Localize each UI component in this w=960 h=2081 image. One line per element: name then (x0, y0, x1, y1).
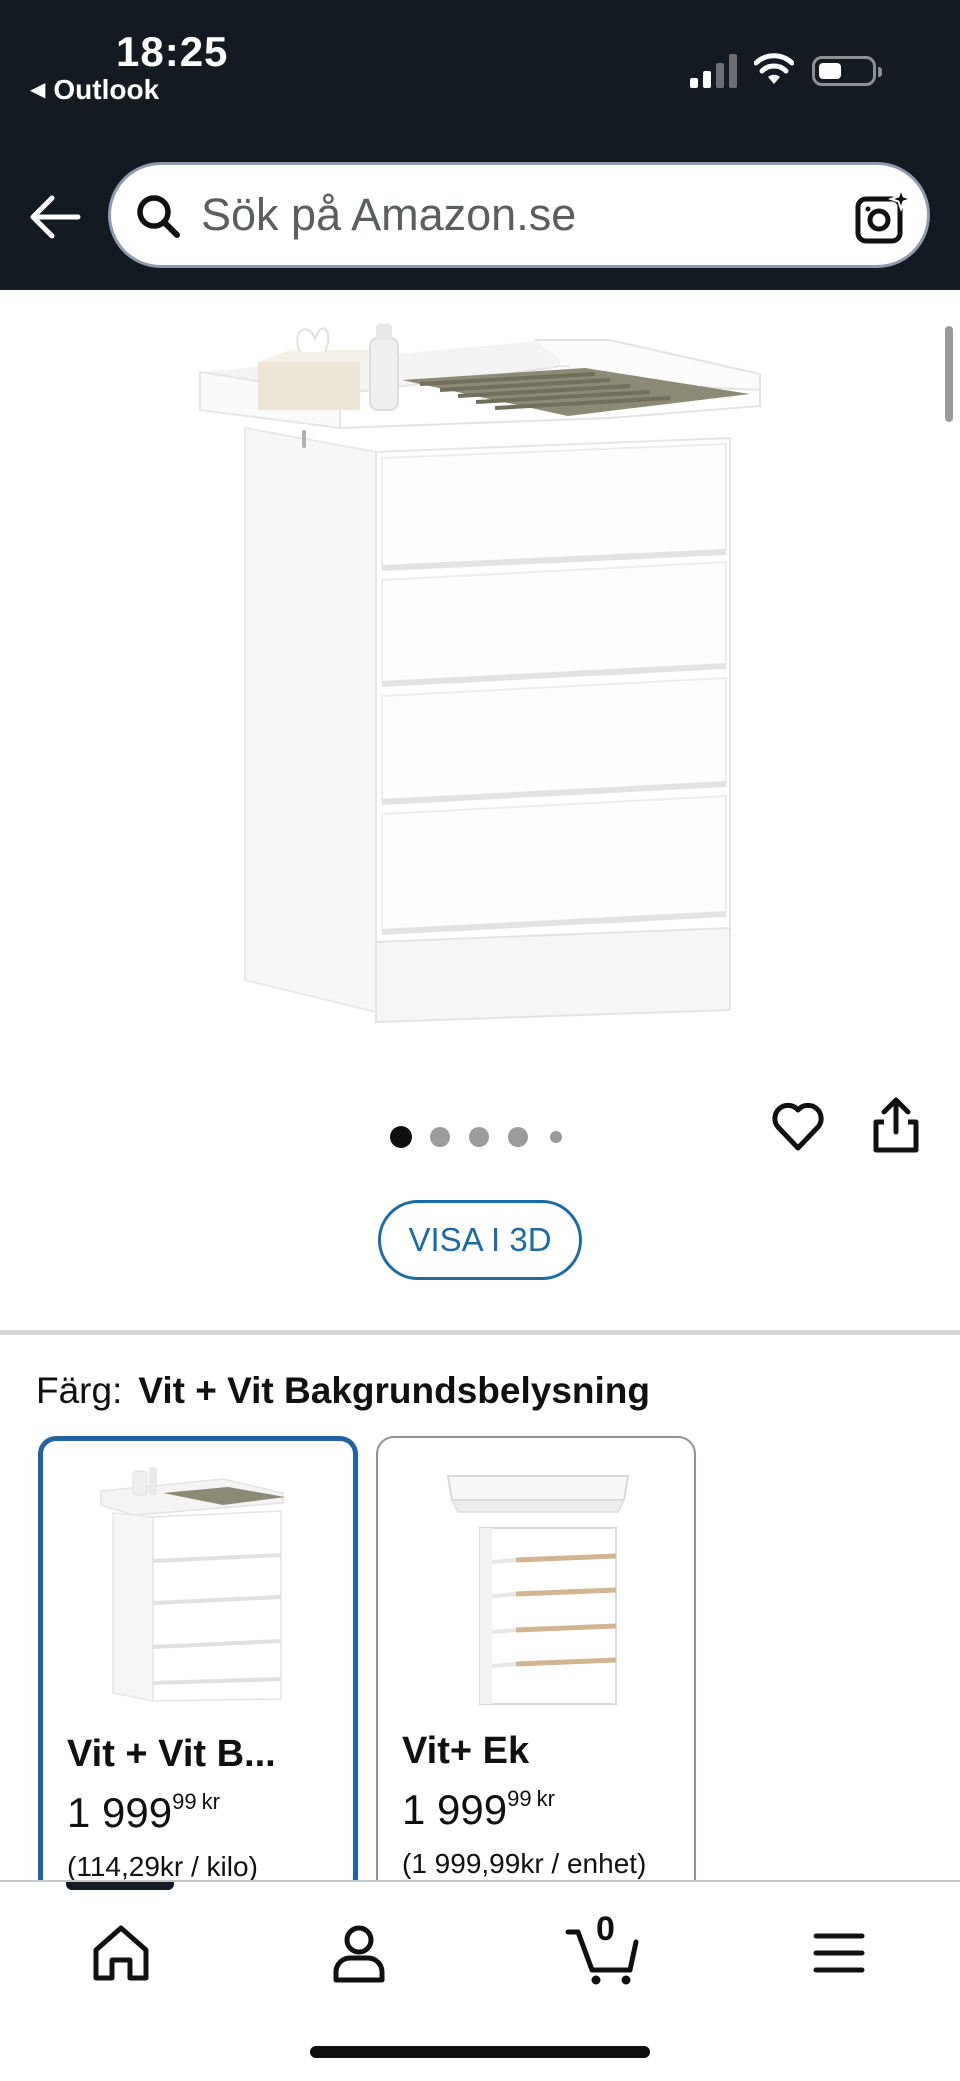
cart-button[interactable]: 0 (564, 1910, 644, 1988)
variant-unit-price: (114,29kr / kilo) (67, 1851, 258, 1882)
variant-price: 1 99999 kr (67, 1789, 220, 1837)
home-icon[interactable] (86, 1918, 156, 1988)
status-time: 18:25 (116, 28, 229, 75)
product-gallery[interactable]: VISA I 3D (0, 290, 960, 1340)
price-fraction: 99 (507, 1786, 532, 1811)
pagination-dot-active[interactable] (390, 1126, 412, 1148)
product-image[interactable] (190, 310, 770, 1030)
back-triangle-icon: ◀ (30, 79, 46, 101)
status-bar: 18:25 ◀ Outlook (0, 0, 960, 150)
scrollbar[interactable] (945, 326, 953, 422)
price-currency: kr (201, 1789, 220, 1814)
color-selected-value: Vit + Vit Bakgrundsbelysning (138, 1370, 650, 1411)
nav-active-indicator (66, 1882, 174, 1890)
pagination-dot[interactable] (430, 1127, 450, 1147)
section-divider (0, 1330, 960, 1335)
variant-name: Vit + Vit B... (67, 1733, 276, 1775)
back-app-label: Outlook (53, 74, 160, 105)
pagination-dot[interactable] (508, 1127, 528, 1147)
variant-name: Vit+ Ek (402, 1730, 530, 1772)
share-icon[interactable] (870, 1096, 922, 1154)
bottom-navigation: 0 (0, 1880, 960, 2081)
heart-icon[interactable] (770, 1098, 826, 1154)
price-fraction: 99 (172, 1789, 197, 1814)
cellular-signal-icon (690, 54, 737, 88)
battery-icon (812, 56, 882, 86)
variant-thumbnail (446, 1475, 630, 1705)
pagination-dot[interactable] (469, 1127, 489, 1147)
cart-count: 0 (596, 1910, 615, 1948)
camera-icon[interactable] (853, 187, 913, 247)
home-indicator[interactable] (310, 2046, 650, 2058)
pagination-dot[interactable] (550, 1131, 562, 1143)
search-box[interactable] (108, 162, 930, 268)
variant-unit-price: (1 999,99kr / enhet) (402, 1848, 647, 1879)
price-whole: 1 999 (67, 1789, 173, 1836)
price-whole: 1 999 (402, 1786, 508, 1833)
color-variant-white[interactable]: Vit + Vit B... 1 99999 kr (114,29kr / kil… (38, 1436, 358, 1896)
search-input[interactable] (201, 187, 801, 243)
color-label: Färg: Vit + Vit Bakgrundsbelysning (36, 1370, 650, 1412)
wifi-icon (754, 53, 794, 84)
price-currency: kr (536, 1786, 555, 1811)
color-label-key: Färg: (36, 1370, 123, 1411)
view-in-3d-button[interactable]: VISA I 3D (378, 1200, 582, 1280)
account-icon[interactable] (324, 1918, 394, 1988)
variant-price: 1 99999 kr (402, 1786, 555, 1834)
variant-thumbnail (100, 1467, 285, 1702)
search-icon (137, 195, 180, 238)
back-arrow-icon[interactable] (28, 192, 82, 242)
color-variant-oak[interactable]: Vit+ Ek 1 99999 kr (1 999,99kr / enhet) (376, 1436, 696, 1896)
menu-icon[interactable] (804, 1918, 874, 1988)
search-header (0, 150, 960, 290)
back-to-app-link[interactable]: ◀ Outlook (30, 74, 159, 106)
